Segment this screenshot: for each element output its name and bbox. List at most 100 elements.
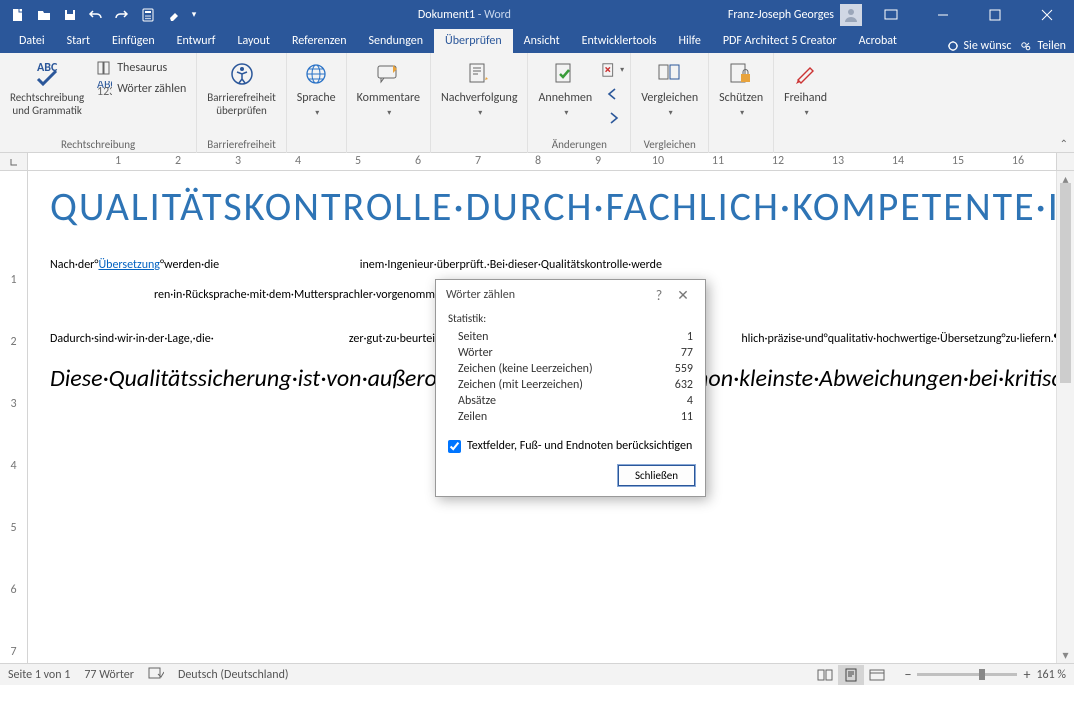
scroll-down-icon[interactable]: ▾ bbox=[1057, 647, 1074, 663]
maximize-icon[interactable] bbox=[972, 0, 1018, 29]
view-web-icon[interactable] bbox=[864, 665, 890, 685]
spellcheck-label: Rechtschreibung und Grammatik bbox=[10, 92, 84, 117]
ruler-num: 1 bbox=[10, 273, 16, 335]
statusbar: Seite 1 von 1 77 Wörter Deutsch (Deutsch… bbox=[0, 663, 1074, 685]
qat-more-icon[interactable]: ▾ bbox=[187, 2, 201, 28]
ruler-horizontal[interactable]: 12345678910111213141516 bbox=[0, 153, 1074, 171]
compare-button[interactable]: Vergleichen▾ bbox=[637, 56, 702, 118]
tab-entwurf[interactable]: Entwurf bbox=[166, 29, 227, 53]
scroll-thumb[interactable] bbox=[1060, 183, 1071, 383]
wordcount-button[interactable]: ABC123Wörter zählen bbox=[92, 79, 190, 99]
accept-button[interactable]: Annehmen▾ bbox=[534, 56, 596, 118]
dialog-body: Statistik: Seiten1Wörter77Zeichen (keine… bbox=[436, 310, 705, 433]
tab-sendungen[interactable]: Sendungen bbox=[358, 29, 435, 53]
accessibility-button[interactable]: Barrierefreiheit überprüfen bbox=[203, 56, 280, 117]
reject-button[interactable]: ▾ bbox=[602, 59, 624, 81]
calculator-icon[interactable] bbox=[135, 2, 161, 28]
stat-row: Zeichen (mit Leerzeichen)632 bbox=[448, 377, 693, 393]
stat-key: Wörter bbox=[458, 346, 653, 360]
dialog-close-icon[interactable]: ✕ bbox=[671, 287, 695, 304]
stat-value: 11 bbox=[653, 410, 693, 424]
tab-devtools[interactable]: Entwicklertools bbox=[571, 29, 668, 53]
stat-row: Seiten1 bbox=[448, 329, 693, 345]
tab-start[interactable]: Start bbox=[56, 29, 101, 53]
dialog-titlebar[interactable]: Wörter zählen ? ✕ bbox=[436, 280, 705, 310]
stat-row: Zeichen (keine Leerzeichen)559 bbox=[448, 361, 693, 377]
tab-datei[interactable]: Datei bbox=[8, 29, 56, 53]
ruler-scale: 12345678910111213141516 bbox=[28, 153, 1056, 170]
view-print-icon[interactable] bbox=[838, 665, 864, 685]
tab-referenzen[interactable]: Referenzen bbox=[281, 29, 358, 53]
tracking-icon bbox=[463, 58, 495, 90]
collapse-ribbon-icon[interactable]: ⌃ bbox=[1060, 137, 1068, 150]
ribbon: ABC Rechtschreibung und Grammatik Thesau… bbox=[0, 53, 1074, 153]
tracking-button[interactable]: Nachverfolgung▾ bbox=[437, 56, 522, 118]
tab-acrobat[interactable]: Acrobat bbox=[848, 29, 908, 53]
ink-button[interactable]: Freihand▾ bbox=[780, 56, 831, 118]
status-wordcount[interactable]: 77 Wörter bbox=[84, 668, 134, 682]
comments-button[interactable]: Kommentare▾ bbox=[353, 56, 424, 118]
zoom-slider[interactable] bbox=[917, 673, 1017, 676]
close-icon[interactable] bbox=[1024, 0, 1070, 29]
scrollbar-vertical[interactable]: ▴ ▾ bbox=[1056, 171, 1074, 663]
tab-pdfarchitect[interactable]: PDF Architect 5 Creator bbox=[712, 29, 848, 53]
protect-button[interactable]: Schützen▾ bbox=[715, 56, 767, 118]
zoom-control: − + 161 % bbox=[904, 666, 1066, 683]
avatar-icon[interactable] bbox=[840, 4, 862, 26]
dialog-help-icon[interactable]: ? bbox=[647, 287, 671, 304]
ruler-num: 3 bbox=[10, 397, 16, 459]
new-icon[interactable] bbox=[5, 2, 31, 28]
zoom-out-icon[interactable]: − bbox=[904, 666, 911, 683]
spellcheck-button[interactable]: ABC Rechtschreibung und Grammatik bbox=[6, 56, 88, 117]
include-textboxes-checkbox[interactable] bbox=[448, 440, 461, 453]
zoom-in-icon[interactable]: + bbox=[1023, 666, 1030, 683]
ruler-num: 8 bbox=[508, 154, 568, 168]
tab-ueberpruefen[interactable]: Überprüfen bbox=[434, 29, 513, 53]
eraser-icon[interactable] bbox=[161, 2, 187, 28]
undo-icon[interactable] bbox=[83, 2, 109, 28]
tab-einfuegen[interactable]: Einfügen bbox=[101, 29, 166, 53]
status-language[interactable]: Deutsch (Deutschland) bbox=[178, 668, 289, 682]
window-title: Dokument1 - Word bbox=[201, 8, 728, 22]
user-name[interactable]: Franz-Joseph Georges bbox=[728, 8, 834, 22]
tab-selector-icon[interactable] bbox=[0, 153, 28, 170]
language-icon bbox=[300, 58, 332, 90]
thesaurus-button[interactable]: Thesaurus bbox=[92, 58, 190, 78]
ribbon-display-icon[interactable] bbox=[868, 0, 914, 29]
open-icon[interactable] bbox=[31, 2, 57, 28]
ribbon-tabs: Datei Start Einfügen Entwurf Layout Refe… bbox=[0, 29, 1074, 53]
share-button[interactable]: Teilen bbox=[1019, 39, 1066, 53]
language-button[interactable]: Sprache▾ bbox=[293, 56, 340, 118]
save-icon[interactable] bbox=[57, 2, 83, 28]
proofing-icon[interactable] bbox=[148, 666, 164, 684]
svg-text:123: 123 bbox=[97, 85, 112, 97]
ruler-num: 13 bbox=[808, 154, 868, 168]
ruler-vertical[interactable]: 1234567 bbox=[0, 171, 28, 663]
ruler-num: 9 bbox=[568, 154, 628, 168]
view-read-icon[interactable] bbox=[812, 665, 838, 685]
heading-1[interactable]: QUALITÄTSKONTROLLE·DURCH·FACHLICH·KOMPET… bbox=[50, 185, 1026, 228]
status-page[interactable]: Seite 1 von 1 bbox=[8, 668, 70, 682]
next-change-button[interactable] bbox=[602, 107, 624, 129]
group-barrierefreiheit: Barrierefreiheit überprüfen Barrierefrei… bbox=[197, 53, 287, 153]
minimize-icon[interactable] bbox=[920, 0, 966, 29]
close-button[interactable]: Schließen bbox=[618, 465, 695, 486]
quick-access-toolbar: ▾ bbox=[0, 2, 201, 28]
tab-ansicht[interactable]: Ansicht bbox=[513, 29, 571, 53]
stat-row: Wörter77 bbox=[448, 345, 693, 361]
prev-change-button[interactable] bbox=[602, 83, 624, 105]
compare-icon bbox=[654, 58, 686, 90]
zoom-knob[interactable] bbox=[979, 669, 985, 680]
stat-value: 1 bbox=[653, 330, 693, 344]
tell-me[interactable]: Sie wünsc bbox=[946, 39, 1012, 53]
zoom-value[interactable]: 161 % bbox=[1036, 668, 1066, 682]
ruler-num: 16 bbox=[988, 154, 1048, 168]
redo-icon[interactable] bbox=[109, 2, 135, 28]
hyperlink[interactable]: Übersetzung bbox=[98, 258, 160, 272]
ruler-num: 10 bbox=[628, 154, 688, 168]
ruler-num: 5 bbox=[328, 154, 388, 168]
ruler-num: 2 bbox=[148, 154, 208, 168]
tab-hilfe[interactable]: Hilfe bbox=[667, 29, 711, 53]
tab-layout[interactable]: Layout bbox=[226, 29, 281, 53]
ruler-num: 6 bbox=[388, 154, 448, 168]
